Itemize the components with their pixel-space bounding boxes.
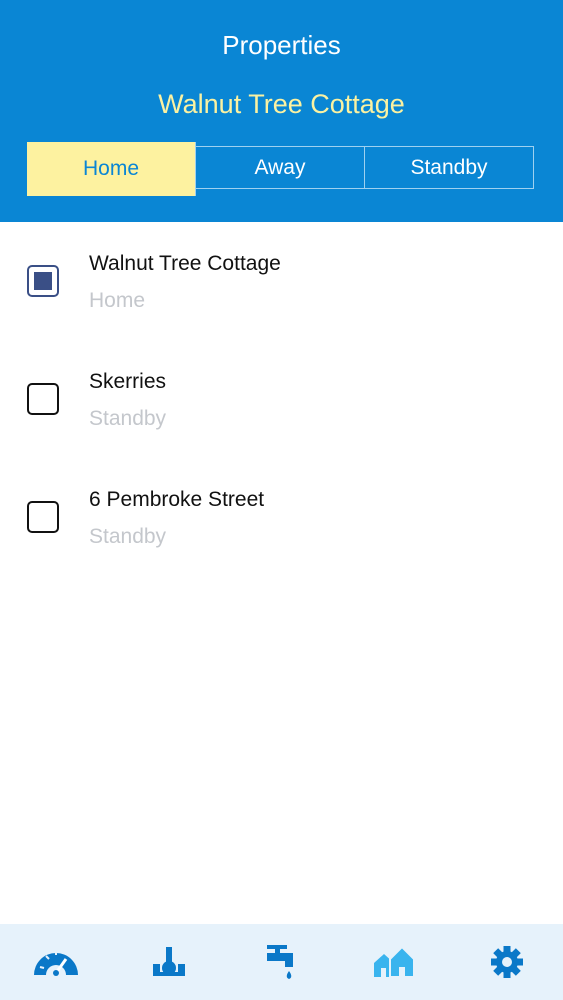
- houses-icon: [374, 945, 416, 978]
- property-checkbox[interactable]: [27, 383, 59, 415]
- property-row[interactable]: Walnut Tree Cottage Home: [0, 222, 563, 340]
- tab-properties[interactable]: [359, 932, 429, 992]
- mode-home-segment[interactable]: Home: [27, 142, 196, 196]
- tab-dashboard[interactable]: [21, 932, 91, 992]
- property-list: Walnut Tree Cottage Home Skerries Standb…: [0, 222, 563, 576]
- bottom-tab-bar: [0, 924, 563, 1000]
- header: Properties Walnut Tree Cottage Home Away…: [0, 0, 563, 222]
- tap-icon: [267, 945, 294, 979]
- gauge-icon: [34, 951, 79, 976]
- property-row[interactable]: Skerries Standby: [0, 340, 563, 458]
- property-status: Standby: [89, 525, 167, 548]
- tab-settings[interactable]: [472, 932, 542, 992]
- property-checkbox[interactable]: [27, 265, 59, 297]
- tab-water[interactable]: [246, 932, 316, 992]
- property-status: Standby: [89, 407, 167, 430]
- property-name: 6 Pembroke Street: [89, 488, 265, 511]
- gear-icon: [490, 946, 523, 978]
- page-title: Properties: [222, 30, 341, 60]
- mode-away-segment[interactable]: Away: [196, 147, 365, 188]
- valve-icon: [152, 947, 185, 976]
- property-status: Home: [89, 289, 146, 312]
- property-name: Skerries: [89, 370, 167, 393]
- selected-property-name: Walnut Tree Cottage: [158, 89, 405, 119]
- property-name: Walnut Tree Cottage: [89, 252, 281, 275]
- property-row[interactable]: 6 Pembroke Street Standby: [0, 458, 563, 576]
- mode-standby-segment[interactable]: Standby: [365, 147, 533, 188]
- property-checkbox[interactable]: [27, 501, 59, 533]
- mode-segmented-control: Home Away Standby: [27, 142, 534, 196]
- tab-valve[interactable]: [134, 932, 204, 992]
